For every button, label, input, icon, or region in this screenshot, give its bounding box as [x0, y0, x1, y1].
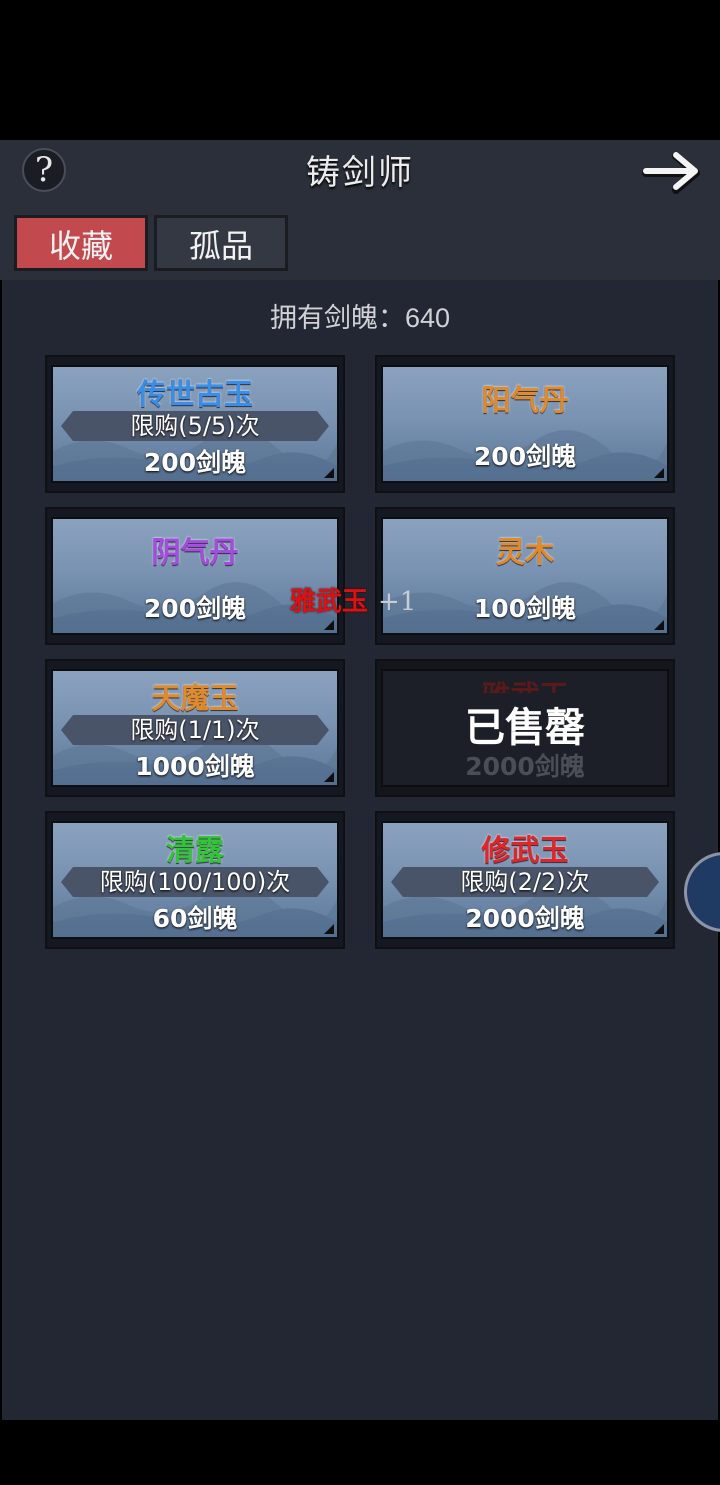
item-name: 阴气丹	[151, 535, 239, 569]
shop-item-card-sold-out: 雅武玉 已售罄 2000剑魄	[375, 659, 675, 797]
shop-item-card[interactable]: 传世古玉 限购(5/5)次 200剑魄	[45, 355, 345, 493]
help-button[interactable]: ?	[22, 148, 66, 192]
purchase-limit: 限购(5/5)次	[130, 412, 260, 440]
item-price: 200剑魄	[143, 448, 247, 477]
item-name: 传世古玉	[136, 377, 253, 411]
shop-item-card[interactable]: 灵木 100剑魄	[375, 507, 675, 645]
purchase-limit: 限购(100/100)次	[99, 868, 291, 896]
item-name: 天魔玉	[151, 681, 239, 715]
purchase-limit: 限购(1/1)次	[130, 716, 260, 744]
shop-item-card[interactable]: 修武玉 限购(2/2)次 2000剑魄	[375, 811, 675, 949]
card-background: 天魔玉 限购(1/1)次 1000剑魄	[51, 669, 339, 787]
currency-display: 拥有剑魄：640	[269, 303, 451, 333]
item-name: 阳气丹	[481, 383, 569, 417]
shop-item-card[interactable]: 阴气丹 200剑魄	[45, 507, 345, 645]
sold-out-label: 已售罄	[465, 705, 585, 751]
status-bar-area	[0, 0, 720, 140]
arrow-right-icon[interactable]	[640, 146, 710, 196]
floating-reward-text: 雅武玉 +1	[290, 584, 450, 620]
card-background: 雅武玉 已售罄 2000剑魄	[381, 669, 669, 787]
tab-unique[interactable]: 孤品	[154, 215, 288, 271]
item-price: 2000剑魄	[465, 752, 585, 781]
item-name: 修武玉	[481, 833, 569, 867]
shop-item-card[interactable]: 清露 限购(100/100)次 60剑魄	[45, 811, 345, 949]
navigation-bar-area	[0, 1420, 720, 1485]
card-background: 阳气丹 200剑魄	[381, 365, 669, 483]
item-name: 雅武玉	[383, 673, 667, 693]
corner-fold	[654, 620, 664, 630]
tab-collection[interactable]: 收藏	[14, 215, 148, 271]
corner-fold	[324, 772, 334, 782]
card-background: 修武玉 限购(2/2)次 2000剑魄	[381, 821, 669, 939]
corner-fold	[654, 924, 664, 934]
shop-item-card[interactable]: 阳气丹 200剑魄	[375, 355, 675, 493]
item-price: 60剑魄	[152, 904, 238, 933]
item-name: 清露	[165, 833, 224, 867]
card-background: 清露 限购(100/100)次 60剑魄	[51, 821, 339, 939]
shop-item-card[interactable]: 天魔玉 限购(1/1)次 1000剑魄	[45, 659, 345, 797]
page-title: 铸剑师	[306, 153, 414, 193]
corner-fold	[324, 924, 334, 934]
item-price: 1000剑魄	[135, 752, 255, 781]
card-background: 传世古玉 限购(5/5)次 200剑魄	[51, 365, 339, 483]
corner-fold	[324, 620, 334, 630]
item-price: 200剑魄	[473, 442, 577, 471]
reward-item-name: 雅武玉	[290, 587, 369, 617]
corner-fold	[654, 468, 664, 478]
reward-amount: +1	[378, 587, 417, 617]
item-name: 灵木	[495, 535, 554, 569]
corner-fold	[324, 468, 334, 478]
item-price: 2000剑魄	[465, 904, 585, 933]
purchase-limit: 限购(2/2)次	[460, 868, 590, 896]
